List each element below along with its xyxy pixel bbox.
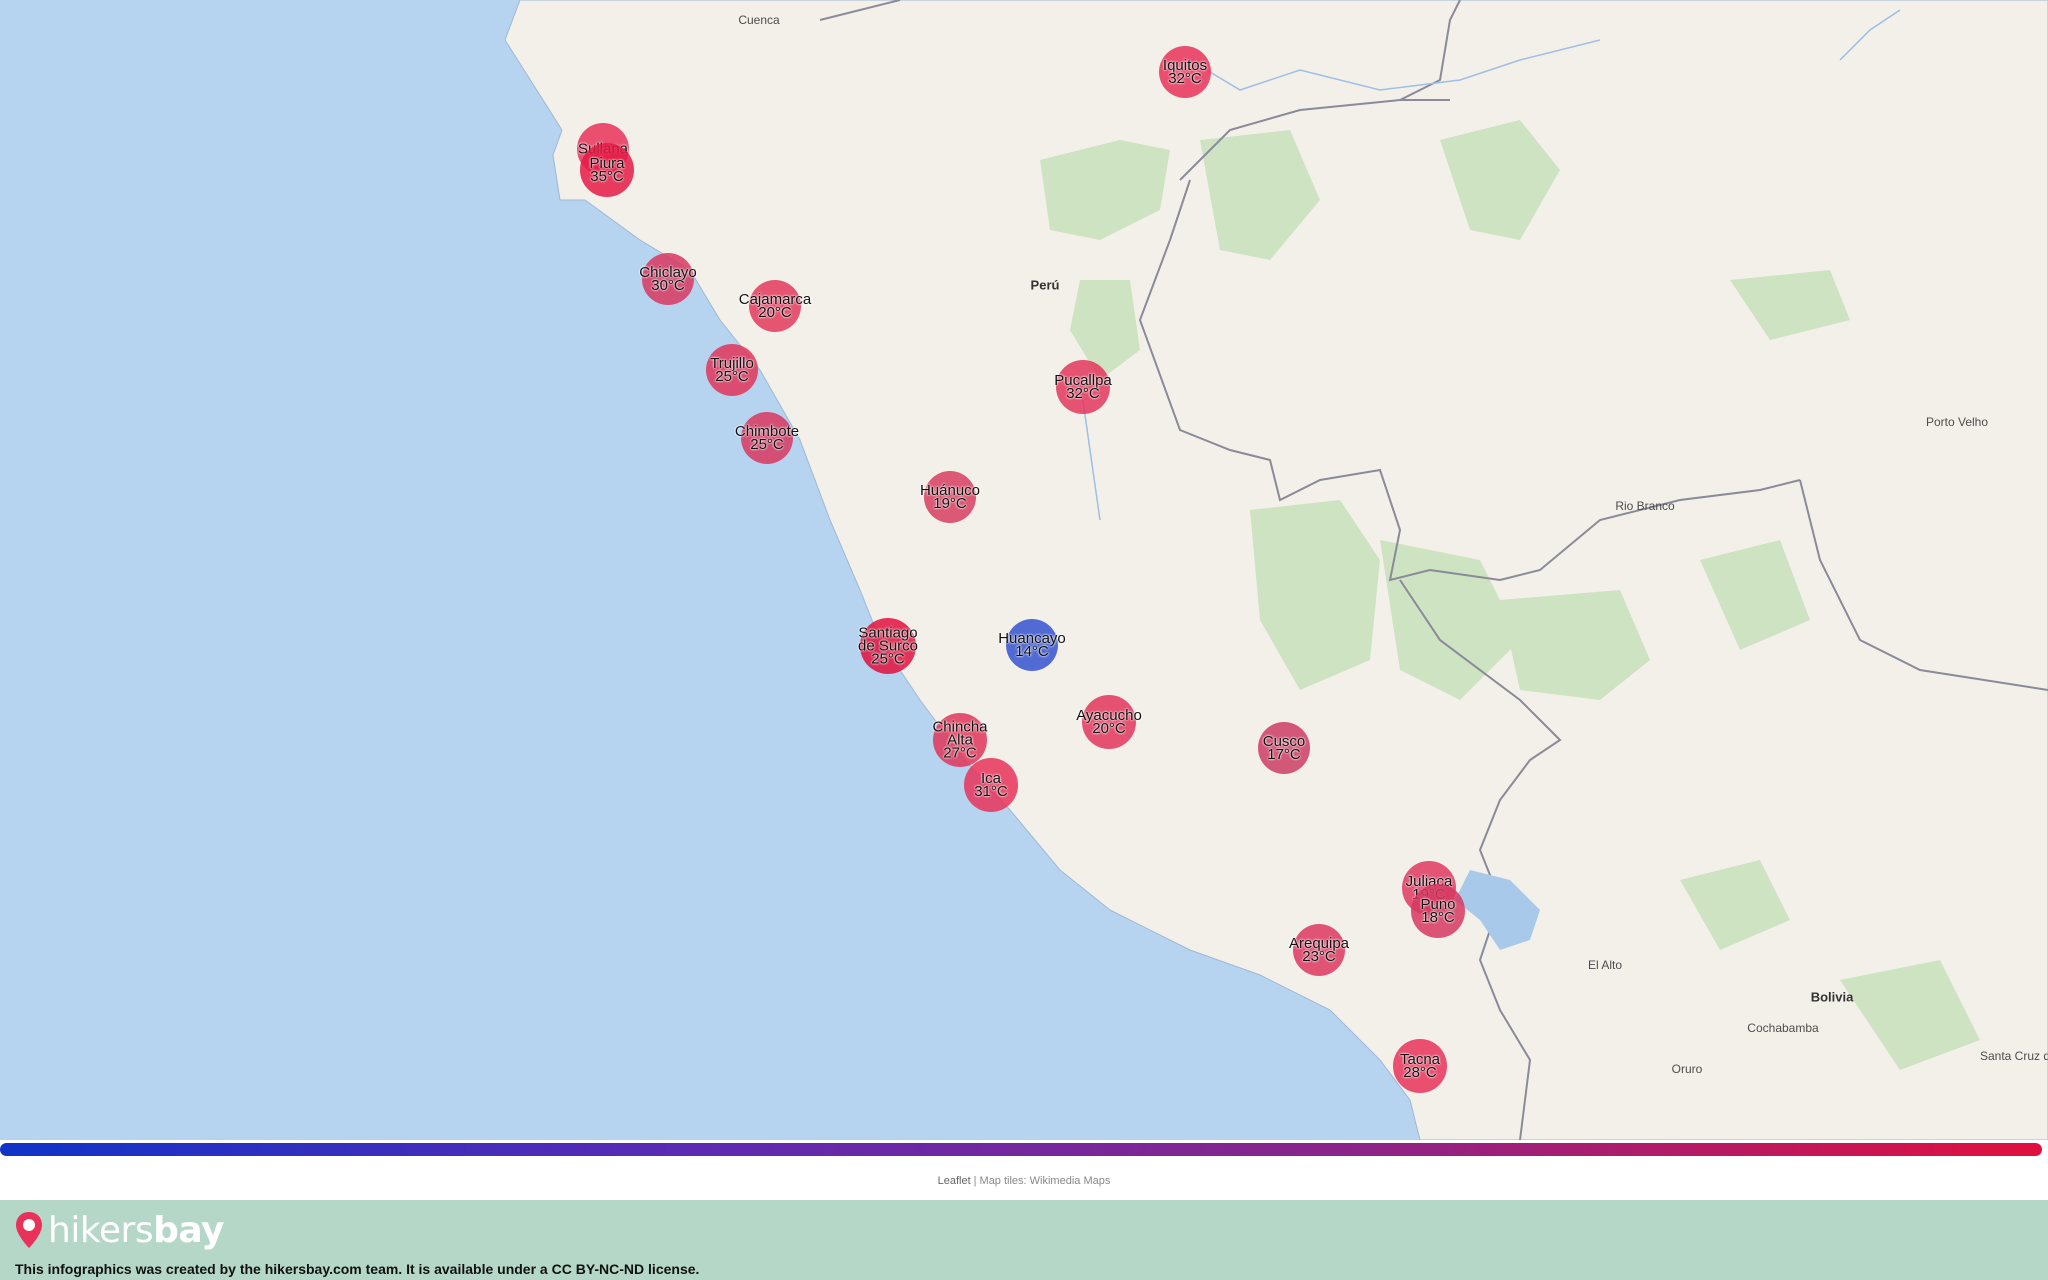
hikersbay-logo[interactable]: hikersbay (14, 1209, 225, 1251)
city-marker[interactable] (964, 758, 1018, 812)
city-marker[interactable] (642, 253, 694, 305)
city-marker[interactable] (741, 412, 793, 464)
temperature-color-scale (0, 1143, 2042, 1156)
city-marker[interactable] (924, 471, 976, 523)
basemap-label: Porto Velho (1925, 415, 1989, 429)
basemap-label: Bolivia (1810, 989, 1854, 1005)
leaflet-link[interactable]: Leaflet (938, 1175, 971, 1187)
map-pin-icon (16, 1212, 42, 1248)
city-marker[interactable] (1258, 722, 1310, 774)
city-marker[interactable] (933, 713, 987, 767)
city-marker[interactable] (1411, 884, 1465, 938)
basemap (0, 0, 2048, 1140)
basemap-label: Oruro (1671, 1062, 1703, 1076)
city-marker[interactable] (860, 618, 916, 674)
footer: hikersbay This infographics was created … (0, 1200, 2048, 1280)
city-marker[interactable] (1082, 695, 1136, 749)
city-marker[interactable] (1293, 924, 1345, 976)
basemap-label: Perú (1030, 277, 1060, 293)
attribution-separator: | (973, 1175, 977, 1187)
tiles-credit: Map tiles: Wikimedia Maps (979, 1175, 1111, 1187)
map-attribution: Leaflet | Map tiles: Wikimedia Maps (0, 1175, 2048, 1187)
city-marker[interactable] (1393, 1039, 1447, 1093)
basemap-label: Rio Branco (1615, 499, 1675, 513)
city-marker[interactable] (706, 344, 758, 396)
basemap-label: Cochabamba (1747, 1021, 1819, 1035)
city-marker[interactable] (1056, 360, 1110, 414)
city-marker[interactable] (1006, 619, 1058, 671)
map-canvas[interactable]: Cuenca Perú Porto Velho Rio Branco El Al… (0, 0, 2048, 1140)
basemap-label: Santa Cruz d (1979, 1049, 2048, 1063)
logo-text: hikersbay (48, 1209, 225, 1251)
city-marker[interactable] (749, 280, 801, 332)
basemap-label: El Alto (1587, 958, 1623, 972)
city-marker[interactable] (580, 143, 634, 197)
basemap-label: Cuenca (738, 13, 780, 27)
license-text: This infographics was created by the hik… (15, 1261, 700, 1277)
city-marker[interactable] (1159, 46, 1211, 98)
